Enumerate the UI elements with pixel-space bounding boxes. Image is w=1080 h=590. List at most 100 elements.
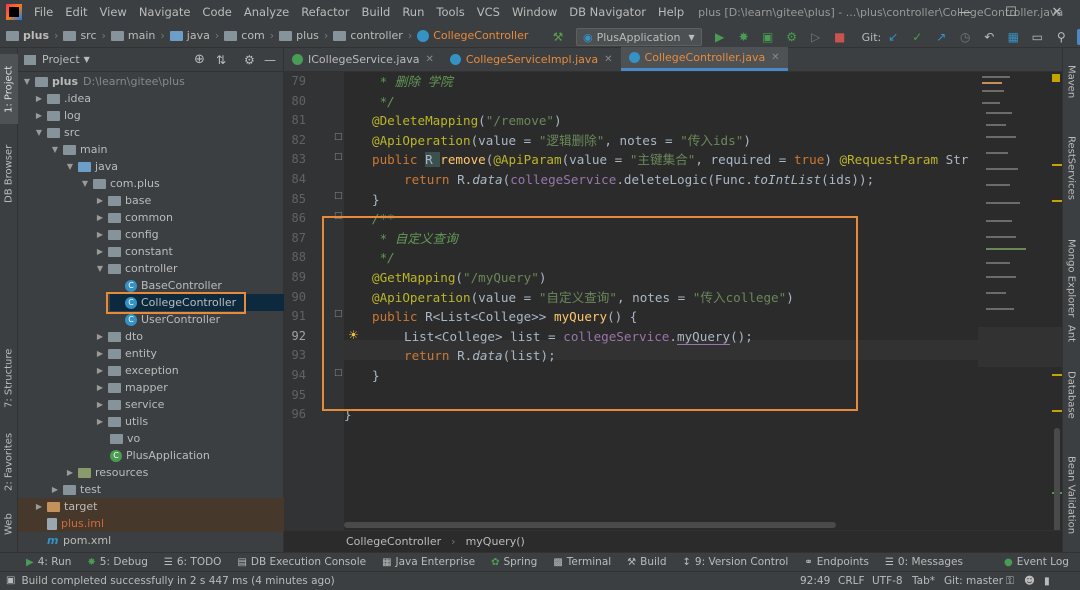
tree-item-src[interactable]: ▼ src: [34, 124, 80, 141]
tool-tab-maven[interactable]: Maven: [1062, 56, 1080, 108]
bottom-tab-debug[interactable]: ✸ 5: Debug: [87, 556, 147, 568]
crumb-plus[interactable]: plus ›: [6, 29, 63, 42]
warning-stripe[interactable]: [1052, 164, 1062, 166]
tab-collegeserviceimpl[interactable]: CollegeServiceImpl.java ✕: [442, 47, 621, 71]
breadcrumb-method[interactable]: myQuery(): [466, 535, 525, 548]
menu-vcs[interactable]: VCS: [471, 5, 506, 19]
history-icon[interactable]: ◷: [957, 29, 973, 45]
run-configuration-select[interactable]: ◉ PlusApplication ▼: [576, 28, 702, 46]
tree-item-controller[interactable]: ▼ controller: [95, 260, 178, 277]
tool-tab-database[interactable]: Database: [1062, 364, 1080, 426]
tree-item-config[interactable]: ▶ config: [95, 226, 159, 243]
close-icon[interactable]: ✕: [771, 52, 779, 63]
menu-code[interactable]: Code: [196, 5, 237, 19]
tree-item-utils[interactable]: ▶ utils: [95, 413, 148, 430]
tool-tab-bean-validation[interactable]: Bean Validation: [1062, 440, 1080, 550]
crumb-collegecontroller[interactable]: CollegeController: [417, 29, 528, 42]
hide-panel-icon[interactable]: —: [264, 53, 276, 67]
close-icon[interactable]: ✕: [1034, 0, 1080, 24]
tree-item-pom-xml[interactable]: m pom.xml: [47, 532, 111, 549]
inspector-icon[interactable]: ☻: [1024, 572, 1035, 590]
chevron-down-icon[interactable]: ▼: [84, 55, 90, 64]
tool-tab-project[interactable]: 1: Project: [0, 54, 18, 124]
profile-icon[interactable]: ⚙: [784, 29, 800, 45]
tree-item-log[interactable]: ▶ log: [34, 107, 81, 124]
close-icon[interactable]: ✕: [604, 54, 612, 65]
coverage-icon[interactable]: ▣: [760, 29, 776, 45]
menu-build[interactable]: Build: [355, 5, 396, 19]
file-encoding[interactable]: UTF-8: [872, 572, 903, 590]
breadcrumb-class[interactable]: CollegeController: [346, 535, 441, 548]
status-toggle-icon[interactable]: ▣: [6, 575, 15, 586]
bottom-tab-messages[interactable]: ☰ 0: Messages: [885, 556, 963, 568]
tool-tab-db-browser[interactable]: DB Browser: [0, 132, 18, 216]
caret-position[interactable]: 92:49: [800, 572, 830, 590]
bottom-tab-java-enterprise[interactable]: ▦ Java Enterprise: [382, 556, 475, 568]
maximize-icon[interactable]: ☐: [988, 0, 1034, 24]
gear-icon[interactable]: ⚙: [244, 53, 255, 67]
hammer-icon[interactable]: ⚒: [550, 29, 566, 45]
menu-navigate[interactable]: Navigate: [133, 5, 197, 19]
tool-tab-mongo-explorer[interactable]: Mongo Explorer: [1062, 226, 1080, 330]
tree-item-constant[interactable]: ▶ constant: [95, 243, 173, 260]
search-icon[interactable]: ⚲: [1053, 29, 1069, 45]
lock-icon[interactable]: ⚿: [1006, 572, 1014, 590]
tree-item-resources[interactable]: ▶ resources: [65, 464, 148, 481]
stop-icon[interactable]: ■: [832, 29, 848, 45]
tool-tab-web[interactable]: Web: [0, 504, 18, 544]
horizontal-scrollbar[interactable]: [344, 522, 836, 528]
tree-item-plus-iml[interactable]: plus.iml: [18, 515, 284, 532]
tree-item-entity[interactable]: ▶ entity: [95, 345, 157, 362]
crumb-src[interactable]: src ›: [63, 29, 110, 42]
menu-run[interactable]: Run: [396, 5, 430, 19]
bottom-tab-todo[interactable]: ☰ 6: TODO: [164, 556, 222, 568]
collapse-all-icon[interactable]: ⇅: [216, 53, 226, 67]
revert-icon[interactable]: ↶: [981, 29, 997, 45]
memory-indicator-icon[interactable]: ▮: [1044, 572, 1050, 590]
fold-icon[interactable]: □: [334, 309, 343, 319]
menu-edit[interactable]: Edit: [59, 5, 93, 19]
crumb-controller[interactable]: controller ›: [333, 29, 417, 42]
minimap-viewport[interactable]: [978, 327, 1062, 367]
crumb-main[interactable]: main ›: [110, 29, 170, 42]
code-editor[interactable]: ICollegeService.java ✕ CollegeServiceImpl…: [284, 47, 1062, 552]
tool-tab-favorites[interactable]: 2: Favorites: [0, 426, 18, 498]
tree-item-base[interactable]: ▶ base: [95, 192, 151, 209]
tab-icollegeservice[interactable]: ICollegeService.java ✕: [284, 47, 442, 71]
tool-tab-structure[interactable]: 7: Structure: [0, 338, 18, 418]
locate-icon[interactable]: ⊕: [194, 52, 205, 67]
indent-setting[interactable]: Tab*: [912, 572, 935, 590]
warning-stripe[interactable]: [1052, 200, 1062, 202]
bottom-tab-version-control[interactable]: ↕ 9: Version Control: [683, 556, 789, 568]
tree-item-vo[interactable]: vo: [110, 430, 140, 447]
tree-item-java[interactable]: ▼ java: [65, 158, 118, 175]
tree-item-plusapplication[interactable]: C PlusApplication: [110, 447, 210, 464]
bottom-tab-endpoints[interactable]: ⚭ Endpoints: [804, 556, 869, 568]
tree-item-main[interactable]: ▼ main: [50, 141, 108, 158]
minimize-icon[interactable]: —: [942, 0, 988, 24]
bottom-tab-build[interactable]: ⚒ Build: [627, 556, 666, 568]
warning-stripe[interactable]: [1052, 374, 1062, 376]
layout-icon[interactable]: ▭: [1029, 29, 1045, 45]
menu-db-navigator[interactable]: DB Navigator: [563, 5, 652, 19]
tree-item-target[interactable]: ▶ target: [18, 498, 284, 515]
editor-minimap[interactable]: [978, 72, 1062, 548]
fold-icon[interactable]: □: [334, 368, 343, 378]
line-separator[interactable]: CRLF: [838, 572, 865, 590]
menu-analyze[interactable]: Analyze: [238, 5, 295, 19]
git-push-icon[interactable]: ↗: [933, 29, 949, 45]
tree-item-test[interactable]: ▶ test: [50, 481, 101, 498]
tree-item-idea[interactable]: ▶ .idea: [34, 90, 91, 107]
bottom-tab-db-execution-console[interactable]: ▤ DB Execution Console: [237, 556, 366, 568]
bottom-tab-spring[interactable]: ✿ Spring: [491, 556, 537, 568]
tree-item-mapper[interactable]: ▶ mapper: [95, 379, 168, 396]
tree-item-common[interactable]: ▶ common: [95, 209, 173, 226]
project-panel-title[interactable]: Project: [42, 53, 80, 66]
tree-item-plus[interactable]: ▼ plus D:\learn\gitee\plus: [22, 73, 185, 90]
menu-help[interactable]: Help: [652, 5, 690, 19]
run-icon[interactable]: ▶: [712, 29, 728, 45]
git-update-icon[interactable]: ↙: [885, 29, 901, 45]
crumb-java[interactable]: java ›: [169, 29, 224, 42]
tool-tab-restservices[interactable]: RestServices: [1062, 118, 1080, 218]
status-message[interactable]: Build completed successfully in 2 s 447 …: [21, 575, 334, 587]
